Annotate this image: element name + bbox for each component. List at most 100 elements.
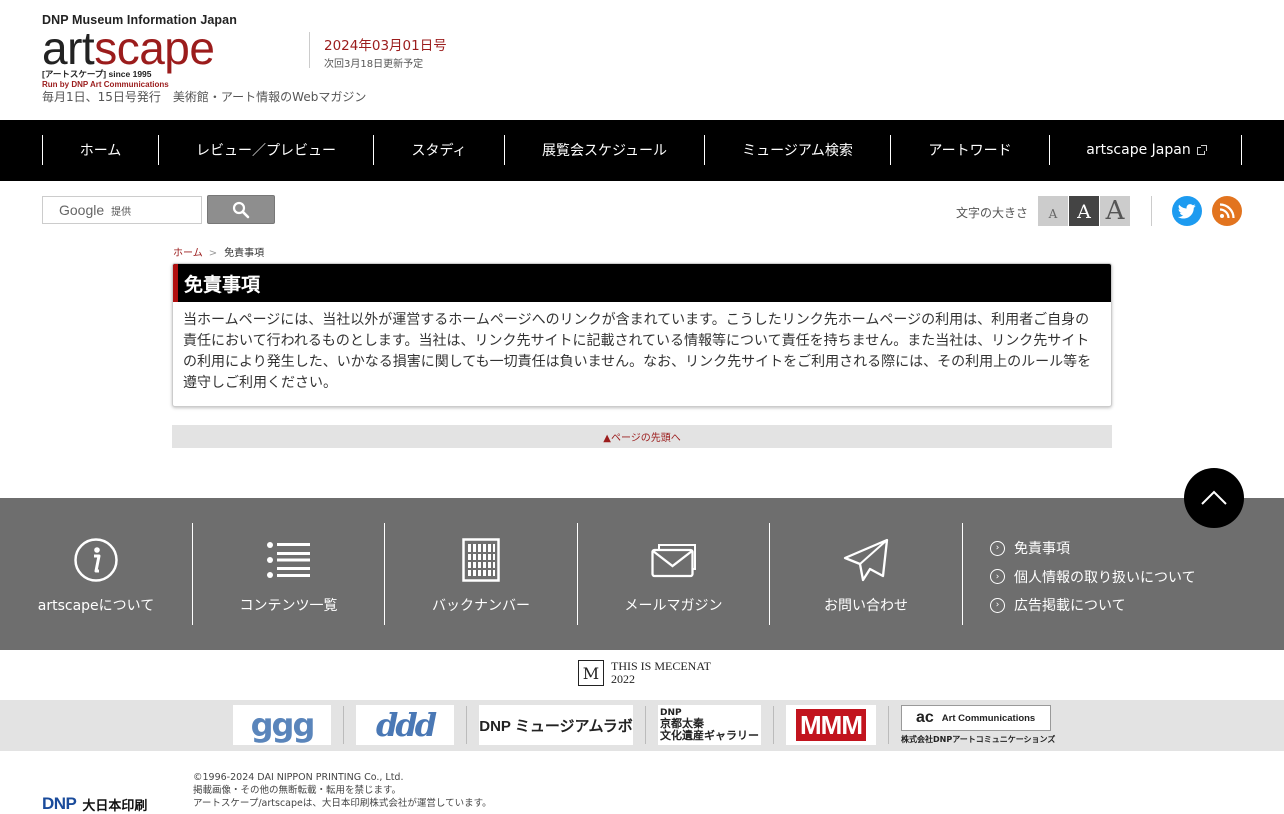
google-provided-label: 提供 (111, 206, 132, 218)
art-communications-mark: ac (916, 709, 934, 726)
list-icon (264, 535, 314, 585)
issue-date: 2024年03月01日号 (324, 38, 447, 54)
page-top-link[interactable]: ▲ページの先頭へ (172, 425, 1112, 448)
scroll-to-top-button[interactable] (1184, 468, 1244, 528)
dnp-logo[interactable]: DNP 大日本印刷 (42, 794, 147, 814)
footer-link-ads[interactable]: › 広告掲載について (990, 591, 1196, 620)
dnp-mark: DNP (42, 794, 77, 813)
art-communications-box: ac Art Communications (901, 705, 1051, 731)
ddd-logo[interactable]: ddd (356, 705, 454, 745)
breadcrumb-separator: > (208, 248, 218, 259)
nav-item-label: ホーム (79, 143, 122, 159)
twitter-icon (1178, 203, 1196, 219)
footer-link-disclaimer[interactable]: › 免責事項 (990, 534, 1196, 563)
footer-mailmagazine-label: メールマガジン (624, 598, 723, 614)
nav-item-label: スタディ (411, 143, 467, 159)
nav-item-museum-search[interactable]: ミュージアム検索 (705, 135, 891, 165)
info-icon (71, 535, 121, 585)
nav-item-home[interactable]: ホーム (43, 135, 159, 165)
font-size-small-button[interactable]: A (1038, 196, 1068, 226)
mecenat-m-icon: M (578, 660, 604, 686)
partner-divider (466, 706, 467, 744)
footer-backnumber[interactable]: バックナンバー (385, 523, 577, 625)
kyoto-line2: 文化遺産ギャラリー (660, 729, 759, 742)
logo-wordmark: artscape (42, 25, 252, 71)
art-communications-name: Art Communications (941, 712, 1036, 724)
ggg-logo-text: ggg (250, 706, 316, 744)
archive-icon (456, 535, 506, 585)
rss-button[interactable] (1212, 196, 1242, 226)
logo-art: art (42, 22, 95, 74)
dnp-museum-lab-logo[interactable]: DNP ミュージアムラボ (479, 705, 633, 745)
footer-contents-label: コンテンツ一覧 (239, 598, 338, 614)
nav-item-label: アートワード (928, 143, 1012, 159)
next-update-note: 次回3月18日更新予定 (324, 59, 424, 70)
paper-plane-icon (841, 535, 891, 585)
search-button[interactable] (207, 195, 275, 224)
mecenat-line2: 2022 (611, 672, 635, 686)
footer-about-label: artscapeについて (37, 598, 155, 614)
search-input[interactable]: Google 提供 (42, 196, 202, 224)
mmm-logo-text: MMM (796, 709, 866, 741)
font-size-large-button[interactable]: A (1100, 196, 1130, 226)
partner-bar: ggg ddd DNP ミュージアムラボ DNP 京都太秦 文化遺産ギャラリー … (0, 700, 1284, 751)
copyright-line: ©1996-2024 DAI NIPPON PRINTING Co., Ltd. (193, 772, 404, 783)
nav-item-artscape-japan[interactable]: artscape Japan (1050, 135, 1242, 165)
tools-divider (1151, 196, 1152, 226)
art-communications-logo[interactable]: ac Art Communications 株式会社DNPアートコミュニケーショ… (901, 705, 1056, 747)
footer-contents[interactable]: コンテンツ一覧 (193, 523, 384, 625)
footer-link-privacy[interactable]: › 個人情報の取り扱いについて (990, 563, 1196, 592)
footer-mailmagazine[interactable]: メールマガジン (578, 523, 769, 625)
art-communications-subtitle: 株式会社DNPアートコミュニケーションズ (901, 735, 1056, 744)
nav-item-study[interactable]: スタディ (374, 135, 505, 165)
nav-item-label: レビュー／プレビュー (196, 143, 336, 159)
font-size-label: 文字の大きさ (956, 206, 1029, 220)
dnp-japanese-name: 大日本印刷 (82, 798, 148, 814)
breadcrumb: ホーム > 免責事項 (173, 244, 264, 259)
external-link-icon (1196, 145, 1207, 155)
copyright-line: 掲載画像・その他の無断転載・転用を禁じます。 (193, 785, 402, 796)
artscape-logo[interactable]: DNP Museum Information Japan artscape [ア… (42, 13, 252, 89)
disclaimer-text: 当ホームページには、当社以外が運営するホームページへのリンクが含まれています。こ… (183, 312, 1092, 391)
partner-divider (773, 706, 774, 744)
footer-links: › 免責事項 › 個人情報の取り扱いについて › 広告掲載について (990, 534, 1196, 620)
footer-about[interactable]: artscapeについて (0, 523, 192, 625)
site-header: DNP Museum Information Japan artscape [ア… (0, 0, 1284, 120)
disclaimer-card: 免責事項 当ホームページには、当社以外が運営するホームページへのリンクが含まれて… (172, 263, 1112, 407)
kyoto-gallery-logo[interactable]: DNP 京都太秦 文化遺産ギャラリー (658, 705, 761, 745)
footer-link-label: 個人情報の取り扱いについて (1014, 569, 1196, 586)
card-header: 免責事項 (173, 264, 1111, 302)
dnp-museum-lab-text: DNP ミュージアムラボ (479, 717, 633, 735)
logo-subtitle: [アートスケープ] since 1995 (42, 69, 152, 79)
breadcrumb-current: 免責事項 (224, 248, 265, 259)
nav-item-artword[interactable]: アートワード (891, 135, 1050, 165)
font-size-medium-button[interactable]: A (1069, 196, 1099, 226)
partner-divider (343, 706, 344, 744)
rss-icon (1219, 203, 1235, 219)
ddd-logo-text: ddd (375, 706, 437, 744)
partner-divider (888, 706, 889, 744)
mecenat-text: THIS IS MECENAT 2022 (611, 660, 711, 686)
footer-contact[interactable]: お問い合わせ (770, 523, 962, 625)
copyright: ©1996-2024 DAI NIPPON PRINTING Co., Ltd.… (193, 771, 492, 810)
nav-item-schedule[interactable]: 展覧会スケジュール (505, 135, 705, 165)
mmm-logo[interactable]: MMM (786, 705, 876, 745)
footer-link-label: 広告掲載について (1014, 598, 1126, 615)
site-tagline: 毎月1日、15日号発行 美術館・アート情報のWebマガジン (42, 90, 367, 104)
footer-link-label: 免責事項 (1014, 541, 1070, 558)
nav-item-review[interactable]: レビュー／プレビュー (159, 135, 374, 165)
ggg-logo[interactable]: ggg (233, 705, 331, 745)
nav-item-label: 展覧会スケジュール (541, 143, 668, 159)
footer-contact-label: お問い合わせ (824, 598, 908, 614)
chevron-up-icon (1201, 490, 1227, 505)
nav-item-label: artscape Japan (1086, 142, 1191, 158)
twitter-button[interactable] (1172, 196, 1202, 226)
issue-divider (309, 32, 310, 68)
nav-list: ホーム レビュー／プレビュー スタディ 展覧会スケジュール ミュージアム検索 ア… (42, 135, 1242, 165)
nav-item-label: ミュージアム検索 (742, 143, 853, 159)
footer-backnumber-label: バックナンバー (432, 598, 530, 614)
breadcrumb-home-link[interactable]: ホーム (173, 248, 203, 259)
footer-divider (962, 523, 963, 625)
logo-scape: scape (94, 22, 215, 74)
mecenat-badge[interactable]: M THIS IS MECENAT 2022 (578, 660, 711, 686)
